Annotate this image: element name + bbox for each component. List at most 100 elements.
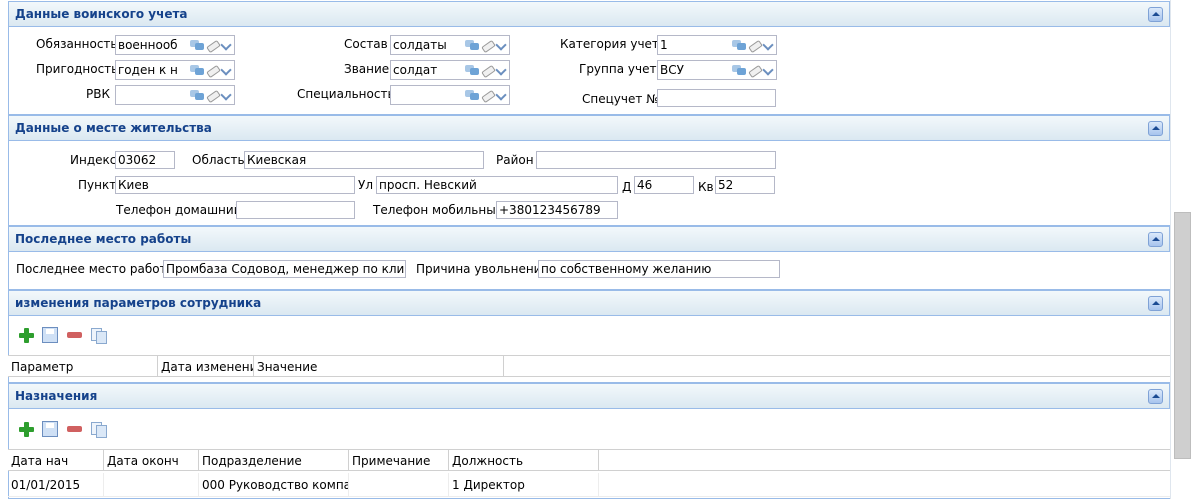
appointments-toolbar bbox=[18, 421, 107, 438]
region-field[interactable]: Киевская bbox=[244, 151, 484, 169]
group-combo[interactable]: ВСУ bbox=[657, 60, 777, 80]
rvk-label: РВК bbox=[86, 87, 110, 101]
special-label: Спецучет № bbox=[582, 92, 659, 106]
clear-icon[interactable] bbox=[748, 39, 760, 51]
group-label: Группа учета bbox=[579, 62, 664, 76]
region-label: Область bbox=[192, 153, 245, 167]
index-label: Индекс bbox=[70, 153, 117, 167]
category-value: 1 bbox=[660, 38, 668, 52]
category-combo[interactable]: 1 bbox=[657, 35, 777, 55]
work-section-title: Последнее место работы bbox=[15, 232, 192, 246]
chevron-down-icon[interactable] bbox=[495, 39, 507, 51]
copy-icon[interactable] bbox=[90, 421, 107, 438]
delete-icon[interactable] bbox=[66, 327, 82, 343]
chevron-down-icon[interactable] bbox=[762, 39, 774, 51]
fitness-value: годен к несению службы bbox=[118, 63, 178, 77]
scrollbar-thumb[interactable] bbox=[1174, 212, 1191, 459]
clear-icon[interactable] bbox=[481, 89, 493, 101]
dismissal-reason-field[interactable]: по собственному желанию bbox=[538, 260, 780, 278]
add-icon[interactable] bbox=[18, 421, 34, 437]
select-icon[interactable] bbox=[190, 39, 204, 51]
changes-section-header: изменения параметров сотрудника bbox=[8, 290, 1170, 316]
collapse-icon[interactable] bbox=[1148, 296, 1163, 311]
collapse-icon[interactable] bbox=[1148, 389, 1163, 404]
column-header[interactable]: Дата изменения bbox=[158, 356, 254, 377]
save-icon[interactable] bbox=[42, 327, 58, 343]
select-icon[interactable] bbox=[732, 39, 746, 51]
chevron-down-icon[interactable] bbox=[495, 89, 507, 101]
duty-combo[interactable]: военнообязанный bbox=[115, 35, 235, 55]
special-field[interactable] bbox=[657, 89, 776, 107]
clear-icon[interactable] bbox=[481, 39, 493, 51]
flat-label: Кв bbox=[698, 180, 714, 194]
chevron-down-icon[interactable] bbox=[495, 64, 507, 76]
category-label: Категория учета bbox=[560, 37, 667, 51]
clear-icon[interactable] bbox=[481, 64, 493, 76]
table-cell: 01/01/2015 bbox=[8, 473, 104, 496]
composition-label: Состав bbox=[344, 37, 388, 51]
rank-value: солдат bbox=[393, 63, 438, 77]
column-header[interactable]: Подразделение bbox=[199, 450, 349, 471]
military-section-header: Данные воинского учета bbox=[8, 1, 1170, 27]
column-header[interactable]: Параметр bbox=[8, 356, 158, 377]
appointments-section-title: Назначения bbox=[15, 389, 98, 403]
column-header[interactable]: Дата нач bbox=[8, 450, 104, 471]
select-icon[interactable] bbox=[465, 89, 479, 101]
house-label: Д bbox=[622, 180, 632, 194]
residence-section-title: Данные о месте жительства bbox=[15, 121, 212, 135]
column-header[interactable]: Должность bbox=[449, 450, 599, 471]
specialty-combo[interactable] bbox=[390, 85, 510, 105]
select-icon[interactable] bbox=[190, 89, 204, 101]
add-icon[interactable] bbox=[18, 327, 34, 343]
select-icon[interactable] bbox=[465, 39, 479, 51]
home-phone-field[interactable] bbox=[236, 201, 355, 219]
chevron-down-icon[interactable] bbox=[220, 89, 232, 101]
chevron-down-icon[interactable] bbox=[762, 64, 774, 76]
save-icon[interactable] bbox=[42, 421, 58, 437]
changes-section-title: изменения параметров сотрудника bbox=[15, 296, 262, 310]
clear-icon[interactable] bbox=[206, 64, 218, 76]
work-place-label: Последнее место работы bbox=[16, 262, 177, 276]
flat-field[interactable]: 52 bbox=[715, 176, 775, 194]
rank-combo[interactable]: солдат bbox=[390, 60, 510, 80]
table-row[interactable]: 01/01/2015 000 Руководство компании 1 Ди… bbox=[8, 473, 1170, 497]
street-label: Ул bbox=[358, 178, 373, 192]
collapse-icon[interactable] bbox=[1148, 121, 1163, 136]
house-field[interactable]: 46 bbox=[634, 176, 694, 194]
column-header[interactable]: Дата оконч bbox=[104, 450, 199, 471]
chevron-down-icon[interactable] bbox=[220, 39, 232, 51]
vertical-scrollbar[interactable] bbox=[1170, 0, 1200, 499]
copy-icon[interactable] bbox=[90, 327, 107, 344]
mobile-label: Телефон мобильный bbox=[373, 203, 504, 217]
duty-value: военнообязанный bbox=[118, 38, 178, 52]
collapse-icon[interactable] bbox=[1148, 7, 1163, 22]
chevron-down-icon[interactable] bbox=[220, 64, 232, 76]
rvk-combo[interactable] bbox=[115, 85, 235, 105]
table-cell: 000 Руководство компании bbox=[199, 473, 349, 496]
select-icon[interactable] bbox=[190, 64, 204, 76]
column-header[interactable]: Примечание bbox=[349, 450, 449, 471]
clear-icon[interactable] bbox=[206, 39, 218, 51]
changes-toolbar bbox=[18, 327, 107, 344]
table-cell bbox=[349, 473, 449, 496]
table-cell bbox=[104, 473, 199, 496]
street-field[interactable]: просп. Невский bbox=[376, 176, 618, 194]
fitness-combo[interactable]: годен к несению службы bbox=[115, 60, 235, 80]
select-icon[interactable] bbox=[465, 64, 479, 76]
work-place-field[interactable]: Промбаза Содовод, менеджер по клиентам bbox=[163, 260, 406, 278]
district-label: Район bbox=[496, 153, 534, 167]
mobile-field[interactable]: +380123456789 bbox=[496, 201, 618, 219]
city-field[interactable]: Киев bbox=[115, 176, 355, 194]
district-field[interactable] bbox=[536, 151, 776, 169]
index-field[interactable]: 03062 bbox=[115, 151, 175, 169]
collapse-icon[interactable] bbox=[1148, 232, 1163, 247]
delete-icon[interactable] bbox=[66, 421, 82, 437]
work-section-header: Последнее место работы bbox=[8, 226, 1170, 252]
composition-combo[interactable]: солдаты bbox=[390, 35, 510, 55]
residence-section-header: Данные о месте жительства bbox=[8, 115, 1170, 141]
column-header[interactable]: Значение bbox=[254, 356, 504, 377]
military-section-title: Данные воинского учета bbox=[15, 7, 188, 21]
select-icon[interactable] bbox=[732, 64, 746, 76]
clear-icon[interactable] bbox=[206, 89, 218, 101]
clear-icon[interactable] bbox=[748, 64, 760, 76]
